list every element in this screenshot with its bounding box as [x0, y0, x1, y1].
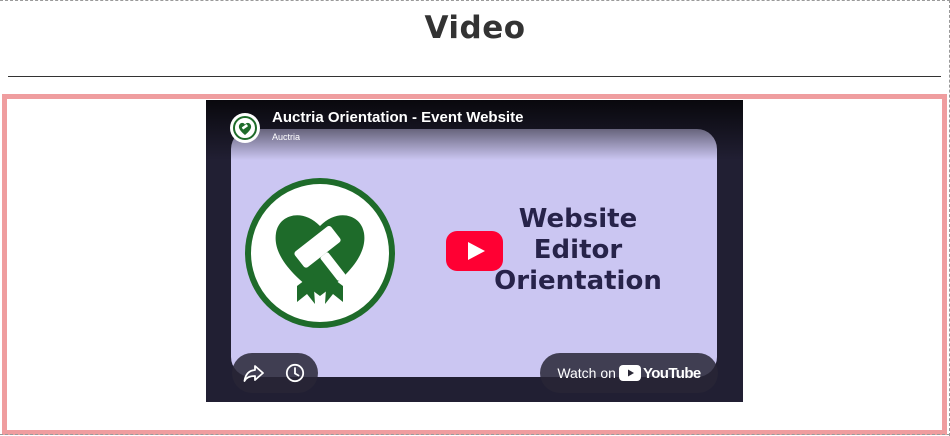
top-dashed-border — [0, 0, 950, 1]
clock-icon — [285, 363, 305, 383]
watch-on-label: Watch on — [557, 365, 616, 381]
youtube-embed-player[interactable]: Auctria Orientation - Event Website Auct… — [206, 100, 743, 402]
play-button[interactable] — [446, 231, 503, 271]
youtube-wordmark: YouTube — [642, 364, 701, 382]
section-title: Video — [424, 10, 526, 46]
watch-on-youtube-button[interactable]: Watch on YouTube — [540, 353, 718, 393]
auctria-logo-icon — [233, 116, 257, 140]
share-button[interactable] — [243, 363, 265, 383]
youtube-logo-icon — [618, 365, 641, 381]
play-icon — [446, 231, 503, 271]
watch-later-button[interactable] — [285, 363, 305, 383]
share-icon — [243, 365, 264, 382]
bottom-dashed-border — [0, 434, 950, 435]
auctria-heart-gavel-logo — [245, 178, 395, 328]
title-divider — [8, 76, 941, 77]
video-title-link[interactable]: Auctria Orientation - Event Website — [272, 109, 523, 126]
player-controls-pill — [232, 353, 318, 393]
channel-name-link[interactable]: Auctria — [272, 132, 300, 142]
channel-avatar[interactable] — [230, 113, 260, 143]
